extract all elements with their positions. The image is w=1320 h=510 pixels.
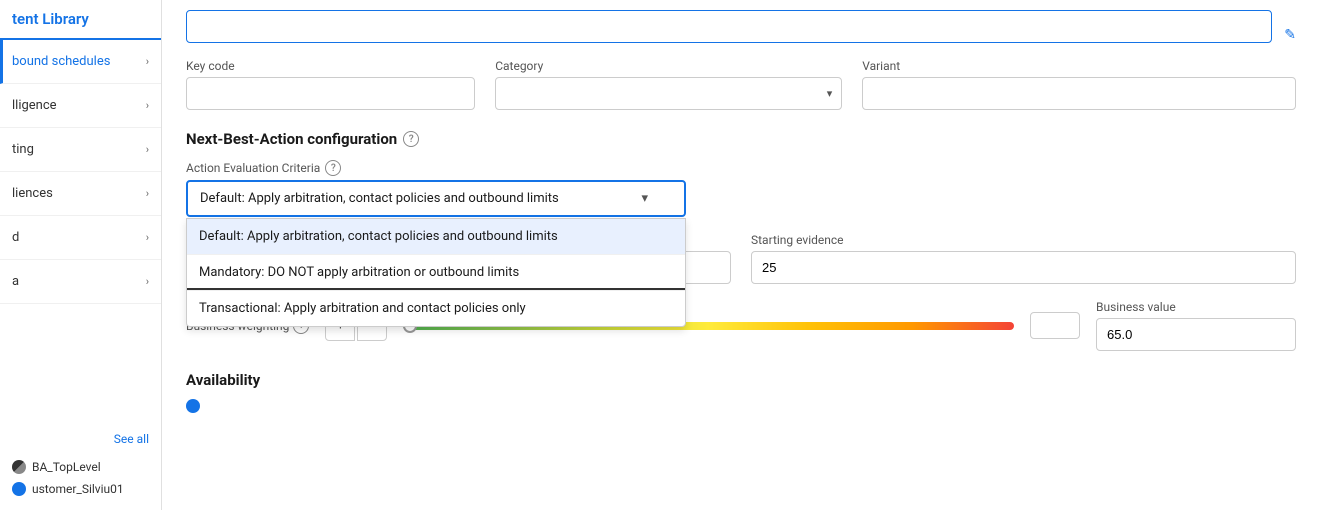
sidebar-user-item[interactable]: ustomer_Silviu01 <box>12 478 149 500</box>
dropdown-list: Default: Apply arbitration, contact poli… <box>186 218 686 327</box>
sidebar-item-audiences[interactable]: liences › <box>0 172 161 216</box>
key-code-input[interactable] <box>186 77 475 110</box>
evidence-input[interactable] <box>751 251 1296 284</box>
availability-dot-icon <box>186 399 200 413</box>
category-select[interactable] <box>495 77 842 110</box>
business-value-group: Business value <box>1096 300 1296 351</box>
availability-row <box>186 399 1296 413</box>
key-code-label: Key code <box>186 59 475 73</box>
mandatory-line-decoration <box>187 288 685 290</box>
dropdown-selected-option[interactable]: Default: Apply arbitration, contact poli… <box>186 180 686 217</box>
fields-row: Key code Category ▾ Variant <box>186 59 1296 110</box>
option-label: Default: Apply arbitration, contact poli… <box>199 229 558 244</box>
sidebar-item-d[interactable]: d › <box>0 216 161 260</box>
sidebar-item-outbound[interactable]: bound schedules › <box>0 40 161 84</box>
chevron-right-icon: › <box>146 275 149 288</box>
sidebar-item-label: a <box>12 274 19 289</box>
badge-label: BA_TopLevel <box>32 460 101 474</box>
option-label: Mandatory: DO NOT apply arbitration or o… <box>199 265 519 280</box>
badge-dot-icon <box>12 460 26 474</box>
chevron-right-icon: › <box>146 55 149 68</box>
category-group: Category ▾ <box>495 59 842 110</box>
sidebar-item-ting[interactable]: ting › <box>0 128 161 172</box>
dropdown-chevron-down-icon: ▾ <box>641 191 648 206</box>
option-label: Transactional: Apply arbitration and con… <box>199 301 526 316</box>
top-text-input[interactable] <box>186 10 1272 43</box>
evidence-label: Starting evidence <box>751 233 1296 247</box>
sidebar-title: tent Library <box>12 10 89 28</box>
key-code-group: Key code <box>186 59 475 110</box>
chevron-right-icon: › <box>146 143 149 156</box>
chevron-right-icon: › <box>146 231 149 244</box>
variant-input[interactable] <box>862 77 1296 110</box>
sidebar-item-intelligence[interactable]: lligence › <box>0 84 161 128</box>
user-label: ustomer_Silviu01 <box>32 482 124 496</box>
sidebar-bottom: See all BA_TopLevel ustomer_Silviu01 <box>0 422 161 510</box>
sidebar-item-label: bound schedules <box>12 54 110 69</box>
business-value-input[interactable] <box>1096 318 1296 351</box>
category-label: Category <box>495 59 842 73</box>
evidence-group: Starting evidence <box>751 233 1296 284</box>
dropdown-option-transactional[interactable]: Transactional: Apply arbitration and con… <box>187 291 685 326</box>
see-all-link[interactable]: See all <box>12 432 149 446</box>
sidebar-item-a[interactable]: a › <box>0 260 161 304</box>
business-value-label: Business value <box>1096 300 1296 314</box>
user-dot-icon <box>12 482 26 496</box>
category-select-wrapper: ▾ <box>495 77 842 110</box>
sidebar: tent Library bound schedules › lligence … <box>0 0 162 510</box>
nba-section: Next-Best-Action configuration ? Action … <box>186 130 1296 217</box>
nba-section-title: Next-Best-Action configuration ? <box>186 130 1296 148</box>
top-input-group <box>186 10 1272 43</box>
variant-group: Variant <box>862 59 1296 110</box>
criteria-help-icon[interactable]: ? <box>325 160 341 176</box>
sidebar-item-label: lligence <box>12 98 57 113</box>
dropdown-option-default[interactable]: Default: Apply arbitration, contact poli… <box>187 219 685 255</box>
chevron-right-icon: › <box>146 99 149 112</box>
sidebar-item-label: liences <box>12 186 53 201</box>
main-content: ✎ Key code Category ▾ Variant Next-Best-… <box>162 0 1320 510</box>
availability-title: Availability <box>186 371 1296 389</box>
action-evaluation-dropdown: Default: Apply arbitration, contact poli… <box>186 180 686 217</box>
chevron-right-icon: › <box>146 187 149 200</box>
dropdown-option-mandatory[interactable]: Mandatory: DO NOT apply arbitration or o… <box>187 255 685 291</box>
variant-label: Variant <box>862 59 1296 73</box>
sidebar-item-label: d <box>12 230 19 245</box>
sidebar-badge-toplevel[interactable]: BA_TopLevel <box>12 456 149 478</box>
weighting-value-box[interactable] <box>1030 312 1080 339</box>
availability-section: Availability <box>186 371 1296 413</box>
criteria-label: Action Evaluation Criteria ? <box>186 160 1296 176</box>
sidebar-item-label: ting <box>12 142 34 157</box>
sidebar-top: tent Library <box>0 0 161 40</box>
nba-help-icon[interactable]: ? <box>403 131 419 147</box>
dropdown-selected-text: Default: Apply arbitration, contact poli… <box>200 191 559 206</box>
top-row: ✎ <box>186 10 1296 43</box>
edit-icon[interactable]: ✎ <box>1284 27 1296 43</box>
